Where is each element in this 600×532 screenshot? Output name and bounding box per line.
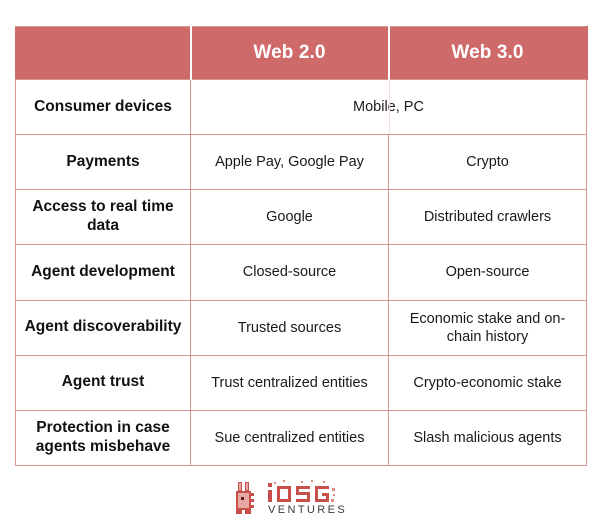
- table-row: Protection in case agents misbehave Sue …: [15, 409, 587, 467]
- table-row: Agent discoverability Trusted sources Ec…: [15, 299, 587, 356]
- cell-protection-web2: Sue centralized entities: [190, 409, 389, 467]
- header-cell-web2: Web 2.0: [189, 26, 390, 80]
- cell-agent-trust-web2: Trust centralized entities: [190, 354, 389, 411]
- pixel-rabbit-icon: [235, 482, 254, 514]
- table-row: Consumer devices Mobile, PC: [15, 78, 587, 136]
- table-header-row: Web 2.0 Web 3.0: [15, 26, 588, 80]
- table-row: Access to real time data Google Distribu…: [15, 189, 587, 246]
- cell-consumer-devices-merged: Mobile, PC: [190, 78, 587, 136]
- logo-tagline-text: VENTURES: [268, 504, 347, 516]
- cell-agent-development-web2: Closed-source: [190, 244, 389, 301]
- row-label-payments: Payments: [15, 134, 191, 191]
- row-label-consumer-devices: Consumer devices: [15, 78, 191, 136]
- cell-agent-discoverability-web2: Trusted sources: [190, 299, 389, 356]
- iosg-ventures-wordmark: VENTURES: [267, 480, 347, 516]
- cell-access-data-web2: Google: [190, 189, 389, 246]
- iosg-ventures-logo: VENTURES: [0, 474, 600, 522]
- cell-agent-discoverability-web3: Economic stake and on-chain history: [388, 299, 587, 356]
- table-row: Agent trust Trust centralized entities C…: [15, 354, 587, 411]
- comparison-table-page: Web 2.0 Web 3.0 Consumer devices Mobile,…: [0, 0, 600, 532]
- row-label-agent-development: Agent development: [15, 244, 191, 301]
- cell-protection-web3: Slash malicious agents: [388, 409, 587, 467]
- cell-payments-web3: Crypto: [388, 134, 587, 191]
- cell-agent-trust-web3: Crypto-economic stake: [388, 354, 587, 411]
- header-cell-blank: [15, 26, 192, 80]
- table-row: Payments Apple Pay, Google Pay Crypto: [15, 134, 587, 191]
- row-label-agent-trust: Agent trust: [15, 354, 191, 411]
- cell-payments-web2: Apple Pay, Google Pay: [190, 134, 389, 191]
- row-label-access-to-real-time-data: Access to real time data: [15, 189, 191, 246]
- header-cell-web3: Web 3.0: [387, 26, 588, 80]
- cell-access-data-web3: Distributed crawlers: [388, 189, 587, 246]
- table-row: Agent development Closed-source Open-sou…: [15, 244, 587, 301]
- web2-web3-comparison-table: Web 2.0 Web 3.0 Consumer devices Mobile,…: [15, 26, 588, 467]
- row-label-protection-misbehave: Protection in case agents misbehave: [15, 409, 191, 467]
- row-label-agent-discoverability: Agent discoverability: [15, 299, 191, 356]
- cell-agent-development-web3: Open-source: [388, 244, 587, 301]
